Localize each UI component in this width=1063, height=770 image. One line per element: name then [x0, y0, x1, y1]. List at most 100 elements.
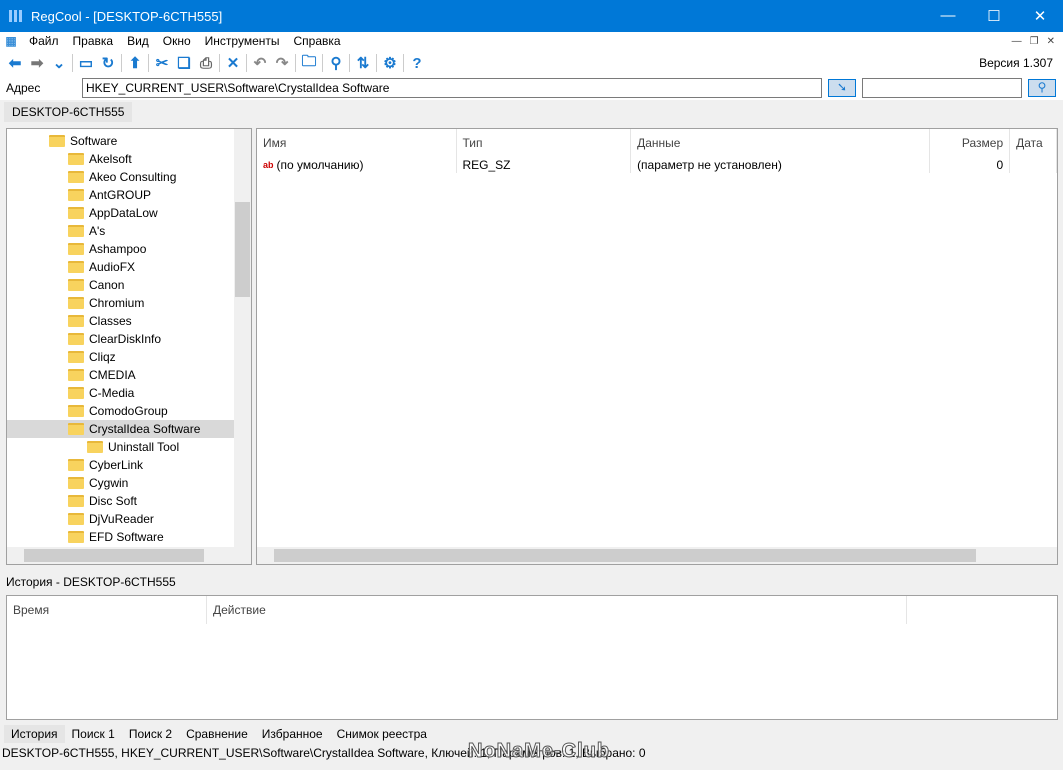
forward-arrow-icon[interactable]: ➡ [26, 52, 48, 74]
table-row[interactable]: ab (по умолчанию) REG_SZ (параметр не уст… [257, 157, 1057, 173]
minimize-button[interactable]: — [925, 7, 971, 25]
column-size[interactable]: Размер [930, 129, 1011, 157]
tree-node[interactable]: Cliqz [7, 348, 251, 366]
folder-icon [68, 495, 84, 507]
tab-search-2[interactable]: Поиск 2 [122, 725, 179, 743]
menu-view[interactable]: Вид [120, 34, 156, 48]
folder-icon [68, 513, 84, 525]
app-menu-icon[interactable]: ▦ [0, 30, 22, 52]
tree-node-label: A's [89, 224, 106, 238]
folder-icon [68, 459, 84, 471]
folder-icon [68, 243, 84, 255]
tree-node-label: Canon [89, 278, 125, 292]
tree-node-label: DjVuReader [89, 512, 154, 526]
tree-node-label: EFD Software [89, 530, 164, 544]
tree-node[interactable]: Cygwin [7, 474, 251, 492]
tree-node-label: AppDataLow [89, 206, 158, 220]
dropdown-chevron-icon[interactable]: ⌄ [48, 52, 70, 74]
tree-node[interactable]: ClearDiskInfo [7, 330, 251, 348]
search-icon[interactable]: ⚲ [325, 52, 347, 74]
column-data[interactable]: Данные [631, 129, 931, 157]
go-button[interactable]: ➘ [828, 79, 856, 97]
tree-vertical-scrollbar[interactable] [234, 129, 251, 549]
tab-snapshot[interactable]: Снимок реестра [330, 725, 434, 743]
column-type[interactable]: Тип [457, 129, 632, 157]
folder-icon [68, 333, 84, 345]
import-icon[interactable]: ⎙ [195, 52, 217, 74]
tree-node-label: CMEDIA [89, 368, 136, 382]
tree-node-label: Disc Soft [89, 494, 138, 508]
tree-node[interactable]: AntGROUP [7, 186, 251, 204]
up-arrow-icon[interactable]: ⬆ [124, 52, 146, 74]
tree-node[interactable]: Uninstall Tool [7, 438, 251, 456]
tree-node[interactable]: AppDataLow [7, 204, 251, 222]
new-key-icon[interactable]: 🗀 [298, 52, 320, 74]
sync-icon[interactable]: ⇅ [352, 52, 374, 74]
watermark: NoNaMe-Club [467, 740, 611, 763]
title-bar: RegCool - [DESKTOP-6CTH555] — ☐ ✕ [0, 0, 1063, 32]
tree-node[interactable]: DjVuReader [7, 510, 251, 528]
menu-help[interactable]: Справка [287, 34, 348, 48]
folder-icon [68, 297, 84, 309]
tree-node[interactable]: ComodoGroup [7, 402, 251, 420]
window-title: RegCool - [DESKTOP-6CTH555] [31, 8, 223, 24]
undo-icon[interactable]: ↶ [249, 52, 271, 74]
column-time[interactable]: Время [7, 596, 207, 624]
tab-favorites[interactable]: Избранное [255, 725, 330, 743]
tree-node[interactable]: Classes [7, 312, 251, 330]
back-arrow-icon[interactable]: ⬅ [4, 52, 26, 74]
help-icon[interactable]: ? [406, 52, 428, 74]
column-date[interactable]: Дата [1010, 129, 1057, 157]
copy-icon[interactable]: ❏ [173, 52, 195, 74]
tab-search-1[interactable]: Поиск 1 [65, 725, 122, 743]
close-button[interactable]: ✕ [1017, 7, 1063, 25]
folder-icon [68, 423, 84, 435]
folder-icon [68, 531, 84, 543]
column-action[interactable]: Действие [207, 596, 907, 624]
tab-history[interactable]: История [4, 725, 65, 743]
tree-node[interactable]: CMEDIA [7, 366, 251, 384]
registry-tree: Software Akelsoft Akeo Consulting AntGROUP A… [6, 128, 252, 565]
menu-window[interactable]: Окно [156, 34, 198, 48]
maximize-button[interactable]: ☐ [971, 7, 1017, 25]
value-name: (по умолчанию) [276, 158, 364, 172]
tab-compare[interactable]: Сравнение [179, 725, 255, 743]
cut-icon[interactable]: ✂ [151, 52, 173, 74]
settings-icon[interactable]: ⚙ [379, 52, 401, 74]
folder-icon [68, 261, 84, 273]
tree-node[interactable]: Canon [7, 276, 251, 294]
menu-edit[interactable]: Правка [66, 34, 121, 48]
mdi-restore-button[interactable]: ❐ [1030, 36, 1039, 47]
tree-node[interactable]: Chromium [7, 294, 251, 312]
search-button[interactable]: ⚲ [1028, 79, 1056, 97]
tree-node[interactable]: Ashampoo [7, 240, 251, 258]
tree-node-software[interactable]: Software [7, 132, 251, 150]
list-horizontal-scrollbar[interactable] [257, 547, 1057, 564]
redo-icon[interactable]: ↷ [271, 52, 293, 74]
tree-node[interactable]: EFD Software [7, 528, 251, 546]
tree-horizontal-scrollbar[interactable] [7, 547, 251, 564]
folder-icon [68, 207, 84, 219]
tree-node[interactable]: A's [7, 222, 251, 240]
mdi-close-button[interactable]: ✕ [1047, 36, 1055, 47]
search-input[interactable] [862, 78, 1022, 98]
menu-tools[interactable]: Инструменты [198, 34, 287, 48]
refresh-icon[interactable]: ↻ [97, 52, 119, 74]
tree-node-label: Chromium [89, 296, 145, 310]
tree-node-label: C-Media [89, 386, 135, 400]
tree-node[interactable]: CyberLink [7, 456, 251, 474]
tree-node[interactable]: Akelsoft [7, 150, 251, 168]
mdi-minimize-button[interactable]: — [1012, 36, 1022, 47]
computer-icon[interactable]: ▭ [75, 52, 97, 74]
tree-node[interactable]: C-Media [7, 384, 251, 402]
menu-file[interactable]: Файл [22, 34, 66, 48]
address-input[interactable]: HKEY_CURRENT_USER\Software\CrystalIdea S… [82, 78, 822, 98]
tree-node[interactable]: AudioFX [7, 258, 251, 276]
tree-node[interactable]: Akeo Consulting [7, 168, 251, 186]
app-logo-icon [9, 10, 23, 22]
tree-node[interactable]: CrystalIdea Software [7, 420, 251, 438]
delete-icon[interactable]: ✕ [222, 52, 244, 74]
column-name[interactable]: Имя [257, 129, 457, 157]
tree-node[interactable]: Disc Soft [7, 492, 251, 510]
document-tab[interactable]: DESKTOP-6CTH555 [4, 102, 133, 122]
